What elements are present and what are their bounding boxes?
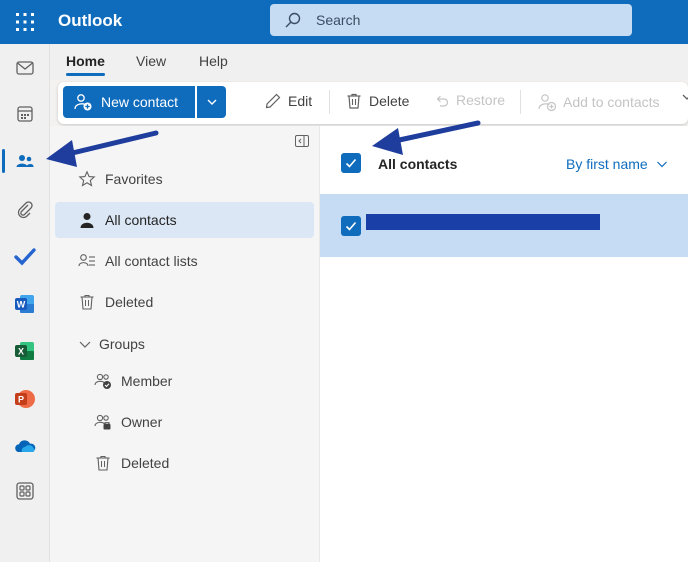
sort-dropdown[interactable]: By first name xyxy=(566,156,668,172)
toolbar-divider xyxy=(329,90,330,114)
list-title: All contacts xyxy=(378,156,458,172)
nav-groups-owner[interactable]: Owner xyxy=(55,404,314,440)
pencil-icon xyxy=(265,93,281,109)
todo-icon xyxy=(14,248,36,266)
new-contact-label: New contact xyxy=(101,94,179,110)
rail-todo[interactable] xyxy=(0,236,50,276)
chevron-down-icon xyxy=(656,161,667,168)
rail-mail[interactable] xyxy=(0,48,50,88)
edit-label: Edit xyxy=(288,93,313,109)
search-box[interactable]: Search xyxy=(270,4,632,36)
nav-all-contacts[interactable]: All contacts xyxy=(55,202,314,238)
rail-word[interactable]: W xyxy=(0,284,50,324)
nav-groups-deleted-label: Deleted xyxy=(121,455,170,471)
nav-groups-member[interactable]: Member xyxy=(55,363,314,399)
ribbon-toolbar: New contact Edit Delete Restore Add to c… xyxy=(58,82,688,124)
people-owner-icon xyxy=(93,412,113,432)
new-contact-dropdown[interactable] xyxy=(197,86,226,118)
more-options-button[interactable] xyxy=(682,92,688,102)
chevron-down-icon xyxy=(682,94,688,100)
rail-people[interactable] xyxy=(0,141,50,181)
nav-all-contact-lists-label: All contact lists xyxy=(105,253,198,269)
sort-label: By first name xyxy=(566,156,648,172)
ribbon-tabs: Home View Help xyxy=(50,44,688,80)
rail-powerpoint[interactable]: P xyxy=(0,379,50,419)
nav-groups[interactable]: Groups xyxy=(55,326,314,362)
contacts-nav-pane: Favorites All contacts All contact lists… xyxy=(50,126,319,562)
people-icon xyxy=(16,155,34,167)
chevron-down-icon[interactable] xyxy=(75,334,95,354)
delete-label: Delete xyxy=(369,93,410,109)
tab-help[interactable]: Help xyxy=(199,53,228,69)
mail-icon xyxy=(16,61,34,75)
app-rail: W X P xyxy=(0,44,50,562)
trash-icon xyxy=(77,292,97,312)
nav-groups-deleted[interactable]: Deleted xyxy=(55,445,314,481)
word-icon: W xyxy=(15,295,34,313)
collapse-pane-icon[interactable] xyxy=(295,135,309,147)
add-person-icon xyxy=(74,94,92,111)
people-check-icon xyxy=(93,371,113,391)
add-to-contacts-label: Add to contacts xyxy=(563,94,660,110)
checkmark-icon xyxy=(345,158,357,168)
contact-list-pane: All contacts By first name xyxy=(319,126,688,562)
checkmark-icon xyxy=(345,221,357,231)
undo-icon xyxy=(436,95,449,107)
contact-list-icon xyxy=(77,251,97,271)
onedrive-icon xyxy=(15,440,36,452)
toolbar-divider xyxy=(520,90,521,114)
new-contact-button[interactable]: New contact xyxy=(63,86,195,118)
nav-deleted-label: Deleted xyxy=(105,294,154,310)
rail-calendar[interactable] xyxy=(0,94,50,134)
search-placeholder: Search xyxy=(316,12,361,28)
rail-more-apps[interactable] xyxy=(0,471,50,511)
svg-text:P: P xyxy=(18,395,24,405)
restore-button[interactable]: Restore xyxy=(434,92,505,108)
excel-icon: X xyxy=(15,342,34,360)
nav-groups-member-label: Member xyxy=(121,373,173,389)
list-header: All contacts By first name xyxy=(320,126,688,192)
star-icon xyxy=(77,169,97,189)
chevron-down-icon xyxy=(207,99,216,105)
powerpoint-icon: P xyxy=(15,390,35,408)
nav-all-contact-lists[interactable]: All contact lists xyxy=(55,243,314,279)
app-launcher-icon[interactable] xyxy=(14,11,36,33)
nav-deleted[interactable]: Deleted xyxy=(55,284,314,320)
nav-favorites-label: Favorites xyxy=(105,171,163,187)
svg-text:W: W xyxy=(17,300,26,310)
app-title[interactable]: Outlook xyxy=(58,11,122,31)
nav-favorites[interactable]: Favorites xyxy=(55,161,314,197)
trash-icon xyxy=(93,453,113,473)
rail-onedrive[interactable] xyxy=(0,427,50,467)
svg-text:X: X xyxy=(18,347,24,357)
nav-groups-label: Groups xyxy=(99,336,145,352)
restore-label: Restore xyxy=(456,92,506,108)
tab-view[interactable]: View xyxy=(136,53,166,69)
contact-row[interactable] xyxy=(320,194,688,257)
tab-home[interactable]: Home xyxy=(66,53,105,76)
row-checkbox[interactable] xyxy=(341,216,361,236)
more-apps-icon xyxy=(16,482,34,500)
add-to-contacts-button[interactable]: Add to contacts xyxy=(537,92,660,112)
rail-excel[interactable]: X xyxy=(0,331,50,371)
nav-all-contacts-label: All contacts xyxy=(105,212,177,228)
calendar-icon xyxy=(17,106,33,122)
attachment-icon xyxy=(17,201,33,219)
person-icon xyxy=(77,210,97,230)
top-bar: Outlook Search xyxy=(0,0,688,44)
nav-groups-owner-label: Owner xyxy=(121,414,163,430)
rail-files[interactable] xyxy=(0,190,50,230)
delete-button[interactable]: Delete xyxy=(345,92,409,110)
trash-icon xyxy=(347,93,361,109)
add-person-icon xyxy=(538,94,557,112)
redacted-contact-name xyxy=(366,214,600,230)
select-all-checkbox[interactable] xyxy=(341,153,361,173)
search-icon xyxy=(285,12,301,28)
edit-button[interactable]: Edit xyxy=(264,92,312,110)
